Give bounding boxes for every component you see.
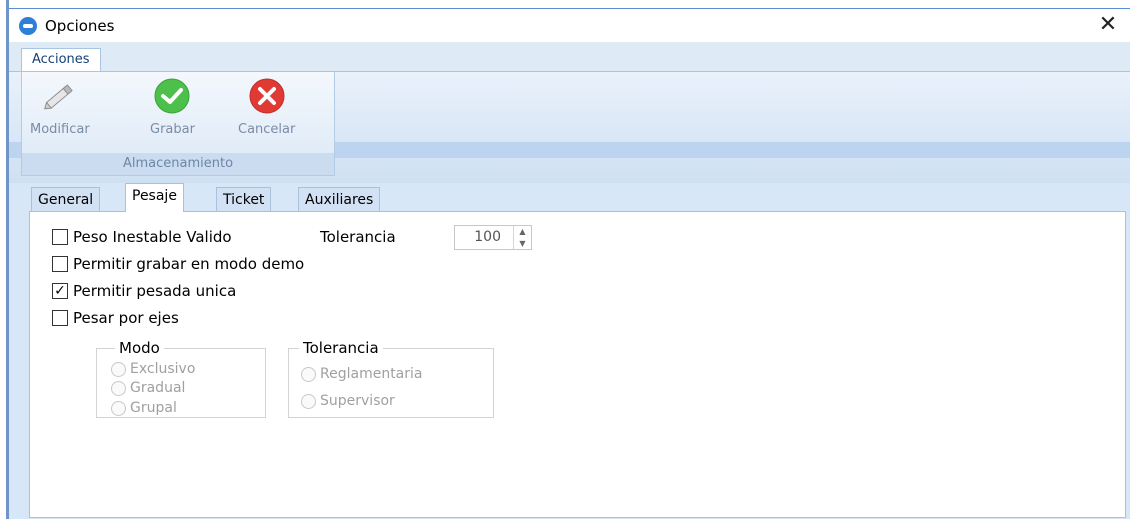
pesar-ejes-label: Pesar por ejes (73, 309, 179, 327)
radio-reglamentaria-label: Reglamentaria (320, 366, 423, 382)
down-arrow-icon[interactable]: ▼ (514, 238, 531, 250)
tolerancia-row: Tolerancia (320, 228, 396, 246)
cancel-button[interactable]: Cancelar (238, 76, 295, 146)
tab-pesaje[interactable]: Pesaje (125, 183, 184, 212)
close-button[interactable]: ✕ (1096, 13, 1120, 37)
pesaje-panel: Peso Inestable Valido Tolerancia 100 ▲ ▼… (29, 211, 1126, 518)
tolerancia-value: 100 (474, 229, 501, 245)
radio-gradual-label: Gradual (130, 380, 186, 396)
modify-label: Modificar (30, 122, 90, 137)
tolerancia-stepper[interactable]: 100 ▲ ▼ (454, 225, 532, 250)
radio-supervisor-circle[interactable] (301, 393, 316, 409)
modo-group: Modo Exclusivo Gradual Grupal (96, 339, 266, 418)
tolerancia-legend: Tolerancia (299, 339, 383, 357)
radio-exclusivo-label: Exclusivo (130, 361, 196, 377)
modify-button[interactable]: Modificar (30, 76, 90, 146)
radio-grupal[interactable]: Grupal (111, 400, 177, 416)
tolerancia-group: Tolerancia Reglamentaria Supervisor (288, 339, 494, 418)
radio-exclusivo-circle[interactable] (111, 361, 126, 377)
tab-general[interactable]: General (31, 187, 101, 211)
radio-grupal-circle[interactable] (111, 400, 126, 416)
app-icon (19, 16, 37, 35)
radio-grupal-label: Grupal (130, 400, 177, 416)
pesar-ejes-checkbox[interactable] (52, 310, 68, 326)
check-icon (152, 76, 192, 116)
ribbon-tab-acciones[interactable]: Acciones (21, 48, 101, 72)
ribbon-tab-strip: Acciones (9, 42, 1130, 72)
save-button[interactable]: Grabar (150, 76, 195, 146)
radio-supervisor[interactable]: Supervisor (301, 393, 395, 409)
pencil-icon (40, 76, 80, 116)
peso-inestable-row: Peso Inestable Valido (52, 228, 232, 246)
x-icon (247, 76, 287, 116)
radio-reglamentaria-circle[interactable] (301, 366, 316, 382)
pesada-unica-row: ✓ Permitir pesada unica (52, 282, 236, 300)
modo-legend: Modo (115, 339, 164, 357)
radio-gradual[interactable]: Gradual (111, 380, 185, 396)
group-label: Almacenamiento (22, 153, 334, 175)
cancel-label: Cancelar (238, 122, 296, 137)
save-label: Grabar (150, 122, 195, 137)
options-window: Opciones ✕ Acciones Modificar Grabar Can… (9, 8, 1130, 519)
radio-gradual-circle[interactable] (111, 380, 126, 396)
content-area: General Pesaje Ticket Auxiliares Peso In… (9, 183, 1130, 519)
title-bar: Opciones ✕ (9, 9, 1130, 42)
window-title: Opciones (45, 16, 115, 35)
ribbon-body: Modificar Grabar Cancelar Almacenamiento (9, 71, 1130, 183)
pesar-ejes-row: Pesar por ejes (52, 309, 179, 327)
modo-demo-checkbox[interactable] (52, 256, 68, 272)
tab-auxiliares[interactable]: Auxiliares (298, 187, 381, 211)
modo-demo-row: Permitir grabar en modo demo (52, 255, 304, 273)
pesada-unica-label: Permitir pesada unica (73, 282, 237, 300)
peso-inestable-label: Peso Inestable Valido (73, 228, 232, 246)
radio-supervisor-label: Supervisor (320, 393, 395, 409)
modo-demo-label: Permitir grabar en modo demo (73, 255, 305, 273)
tolerancia-label: Tolerancia (320, 228, 396, 246)
up-arrow-icon[interactable]: ▲ (514, 226, 531, 238)
peso-inestable-checkbox[interactable] (52, 229, 68, 245)
tab-ticket[interactable]: Ticket (216, 187, 272, 211)
radio-reglamentaria[interactable]: Reglamentaria (301, 366, 422, 382)
ribbon-group-almacenamiento: Modificar Grabar Cancelar Almacenamiento (21, 72, 335, 176)
radio-exclusivo[interactable]: Exclusivo (111, 361, 195, 377)
pesada-unica-checkbox[interactable]: ✓ (52, 283, 68, 299)
